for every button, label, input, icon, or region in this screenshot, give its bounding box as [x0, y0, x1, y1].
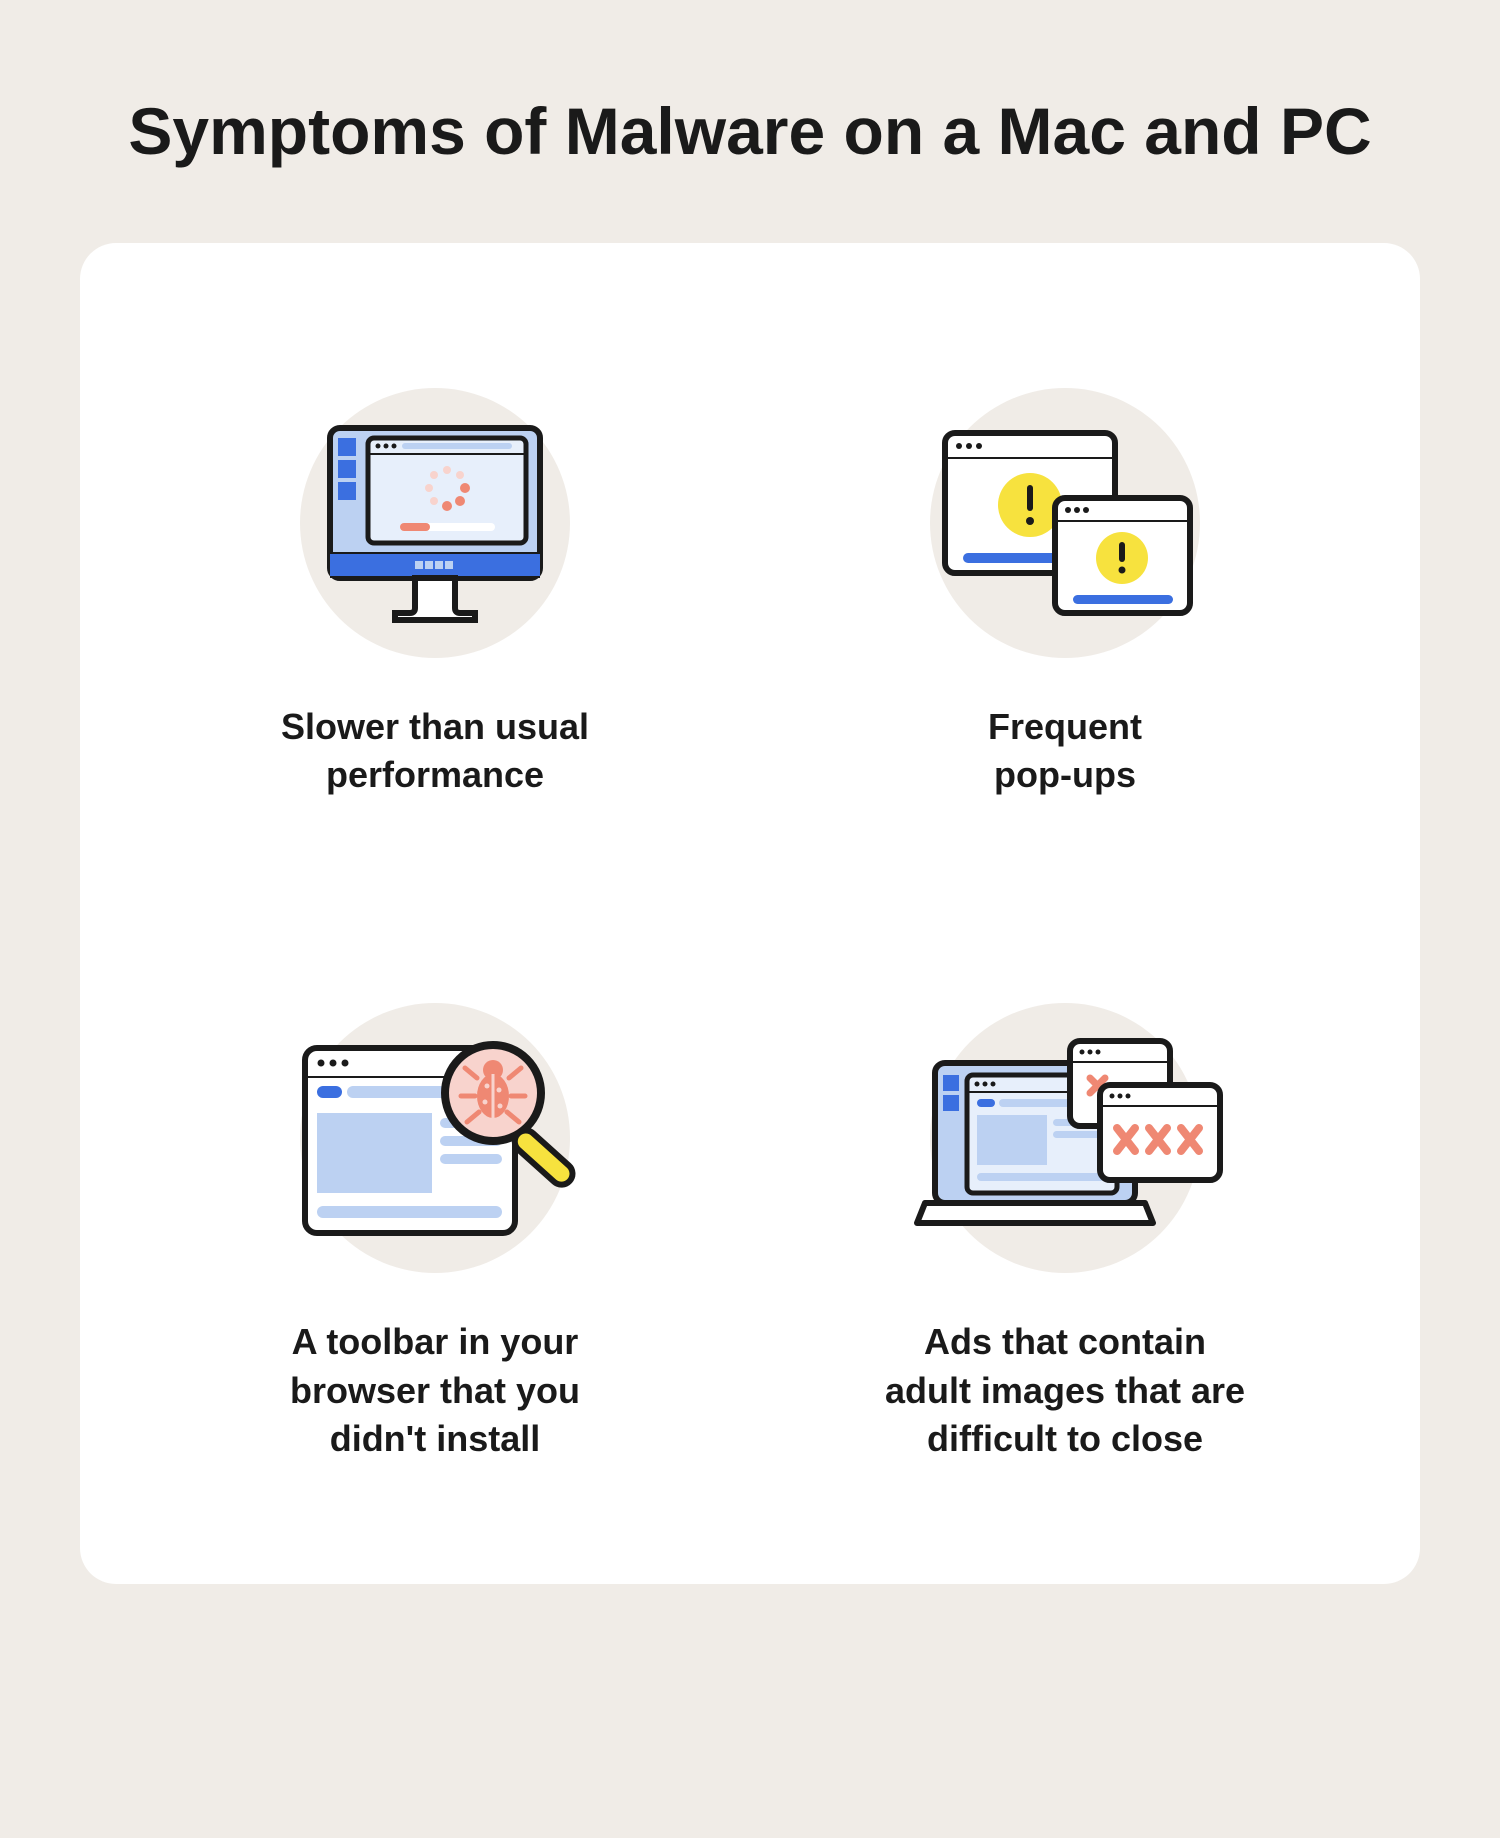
symptom-item: Frequent pop-ups	[770, 383, 1360, 849]
page-title: Symptoms of Malware on a Mac and PC	[80, 90, 1420, 173]
slow-computer-icon	[275, 383, 595, 663]
symptom-item: A toolbar in your browser that you didn'…	[140, 998, 730, 1464]
symptom-label: A toolbar in your browser that you didn'…	[290, 1318, 580, 1464]
symptom-item: Slower than usual performance	[140, 383, 730, 849]
popups-icon	[905, 383, 1225, 663]
symptom-label: Slower than usual performance	[281, 703, 589, 800]
symptom-item: Ads that contain adult images that are d…	[770, 998, 1360, 1464]
adult-ads-icon	[905, 998, 1225, 1278]
symptoms-card: Slower than usual performance	[80, 243, 1420, 1585]
toolbar-bug-icon	[275, 998, 595, 1278]
symptom-label: Frequent pop-ups	[988, 703, 1142, 800]
symptom-label: Ads that contain adult images that are d…	[885, 1318, 1245, 1464]
